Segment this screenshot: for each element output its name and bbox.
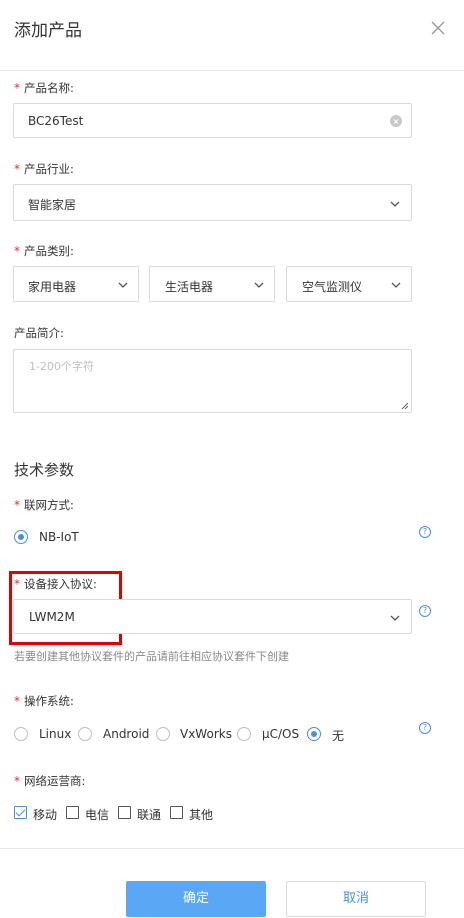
tech-section-title: 技术参数 xyxy=(14,461,75,479)
os-option-none: 无 xyxy=(332,729,345,743)
cancel-button[interactable]: 取消 xyxy=(286,881,426,917)
radio-linux[interactable] xyxy=(14,727,28,741)
chevron-down-icon xyxy=(254,282,264,288)
chevron-down-icon xyxy=(391,282,401,288)
product-name-input[interactable]: BC26Test xyxy=(13,103,412,138)
clear-icon[interactable] xyxy=(390,115,402,127)
category-value-3: 空气监测仪 xyxy=(302,280,363,294)
help-icon[interactable]: ? xyxy=(419,526,431,538)
description-textarea[interactable]: 1-200个字符 xyxy=(13,349,412,413)
category-value-2: 生活电器 xyxy=(165,280,214,294)
help-icon[interactable]: ? xyxy=(419,605,431,617)
protocol-label: * 设备接入协议: xyxy=(14,577,97,591)
product-name-value: BC26Test xyxy=(28,114,84,128)
help-icon[interactable]: ? xyxy=(419,722,431,734)
description-label: 产品简介: xyxy=(14,326,64,340)
radio-ucos[interactable] xyxy=(237,727,251,741)
checkbox-other[interactable] xyxy=(170,806,183,819)
checkbox-telecom[interactable] xyxy=(66,806,79,819)
category-value-1: 家用电器 xyxy=(28,280,77,294)
carrier-option-other: 其他 xyxy=(189,808,214,822)
product-name-label: * 产品名称: xyxy=(14,81,74,95)
checkbox-unicom[interactable] xyxy=(118,806,131,819)
protocol-hint: 若要创建其他协议套件的产品请前往相应协议套件下创建 xyxy=(14,650,289,663)
industry-value: 智能家居 xyxy=(28,198,77,212)
radio-none[interactable] xyxy=(307,727,321,741)
close-icon[interactable] xyxy=(430,20,446,36)
industry-label: * 产品行业: xyxy=(14,162,74,176)
protocol-value: LWM2M xyxy=(29,610,75,624)
nb-iot-label: NB-IoT xyxy=(39,530,79,544)
chevron-down-icon xyxy=(390,201,400,207)
os-option-android: Android xyxy=(103,727,150,741)
os-label: * 操作系统: xyxy=(14,694,74,708)
resize-handle-icon[interactable] xyxy=(401,402,409,410)
network-label: * 联网方式: xyxy=(14,498,74,512)
description-placeholder: 1-200个字符 xyxy=(29,360,94,373)
industry-select[interactable]: 智能家居 xyxy=(13,184,412,221)
os-option-linux: Linux xyxy=(39,727,72,741)
category-select-2[interactable]: 生活电器 xyxy=(149,266,275,302)
protocol-select[interactable]: LWM2M xyxy=(13,599,412,634)
checkbox-mobile[interactable] xyxy=(14,806,27,819)
header-divider xyxy=(0,70,464,71)
footer-divider xyxy=(0,848,464,849)
category-select-1[interactable]: 家用电器 xyxy=(13,266,139,302)
os-option-ucos: μC/OS xyxy=(262,727,300,741)
carrier-option-unicom: 联通 xyxy=(137,808,162,822)
carrier-option-telecom: 电信 xyxy=(85,808,110,822)
os-option-vxworks: VxWorks xyxy=(180,727,232,741)
chevron-down-icon xyxy=(118,282,128,288)
carrier-option-mobile: 移动 xyxy=(33,808,58,822)
radio-vxworks[interactable] xyxy=(156,727,170,741)
carrier-label: * 网络运营商: xyxy=(14,774,86,788)
radio-android[interactable] xyxy=(78,727,92,741)
dialog-title: 添加产品 xyxy=(14,21,82,41)
category-select-3[interactable]: 空气监测仪 xyxy=(286,266,412,302)
confirm-button[interactable]: 确定 xyxy=(126,881,266,917)
radio-nb-iot[interactable] xyxy=(14,530,28,544)
chevron-down-icon xyxy=(390,615,400,621)
category-label: * 产品类别: xyxy=(14,244,74,258)
